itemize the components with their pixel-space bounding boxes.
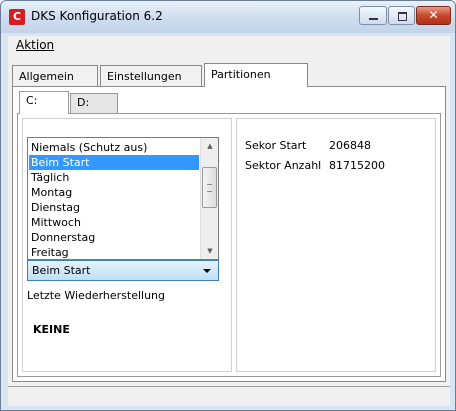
sector-start-label: Sekor Start xyxy=(245,139,307,152)
tab-drive-d[interactable]: D: xyxy=(70,93,118,113)
last-restore-value: KEINE xyxy=(33,323,70,336)
sector-info-group: Sekor Start 206848 Sektor Anzahl 8171520… xyxy=(236,118,436,372)
tab-allgemein-label: Allgemein xyxy=(19,70,74,83)
schedule-option[interactable]: Dienstag xyxy=(29,200,199,215)
app-icon: C xyxy=(9,9,25,25)
tab-drive-c[interactable]: C: xyxy=(19,91,69,114)
schedule-option[interactable]: Mittwoch xyxy=(29,215,199,230)
minimize-button[interactable] xyxy=(359,6,387,25)
main-content: Allgemein Einstellungen Partitionen C: D… xyxy=(8,55,450,405)
schedule-dropdown[interactable]: Beim Start xyxy=(27,260,219,281)
window-title: DKS Konfiguration 6.2 xyxy=(31,9,163,23)
sector-count-label: Sektor Anzahl xyxy=(245,159,322,172)
title-bar[interactable]: C DKS Konfiguration 6.2 ✕ xyxy=(1,1,455,33)
schedule-option-selected[interactable]: Beim Start xyxy=(29,155,199,170)
tab-drive-d-label: D: xyxy=(77,96,90,109)
tab-partitionen[interactable]: Partitionen xyxy=(204,63,308,87)
schedule-option[interactable]: Niemals (Schutz aus) xyxy=(29,140,199,155)
application-window: C DKS Konfiguration 6.2 ✕ Aktion Allgeme… xyxy=(0,0,456,411)
listbox-scrollbar[interactable]: ▲ ▼ xyxy=(200,138,218,259)
tab-drive-c-label: C: xyxy=(26,94,38,107)
drive-panel: Niemals (Schutz aus) Beim Start Täglich … xyxy=(17,113,441,377)
schedule-group: Niemals (Schutz aus) Beim Start Täglich … xyxy=(22,118,232,372)
close-button[interactable]: ✕ xyxy=(416,6,451,25)
sector-start-value: 206848 xyxy=(329,139,371,152)
menu-bar: Aktion xyxy=(8,36,450,55)
schedule-listbox[interactable]: Niemals (Schutz aus) Beim Start Täglich … xyxy=(27,137,219,260)
scroll-down-icon[interactable]: ▼ xyxy=(201,243,218,259)
schedule-option[interactable]: Donnerstag xyxy=(29,230,199,245)
close-icon: ✕ xyxy=(428,8,439,22)
status-bar xyxy=(8,386,450,406)
partitionen-panel: C: D: Niemals (Schutz aus) Beim Start Tä… xyxy=(12,86,446,382)
chevron-down-icon xyxy=(203,269,211,273)
schedule-option[interactable]: Täglich xyxy=(29,170,199,185)
tab-einstellungen-label: Einstellungen xyxy=(107,70,182,83)
menu-aktion-label: Aktion xyxy=(16,38,55,52)
schedule-option[interactable]: Montag xyxy=(29,185,199,200)
schedule-option[interactable]: Freitag xyxy=(29,245,199,259)
tab-einstellungen[interactable]: Einstellungen xyxy=(100,65,202,87)
tab-partitionen-label: Partitionen xyxy=(211,68,271,81)
scrollbar-thumb[interactable] xyxy=(202,167,217,208)
scroll-up-icon[interactable]: ▲ xyxy=(201,138,218,154)
sector-count-value: 81715200 xyxy=(329,159,385,172)
maximize-button[interactable] xyxy=(388,6,415,25)
tab-allgemein[interactable]: Allgemein xyxy=(12,65,98,87)
last-restore-label: Letzte Wiederherstellung xyxy=(27,289,166,302)
schedule-dropdown-value: Beim Start xyxy=(32,264,91,277)
menu-aktion[interactable]: Aktion xyxy=(16,38,54,52)
